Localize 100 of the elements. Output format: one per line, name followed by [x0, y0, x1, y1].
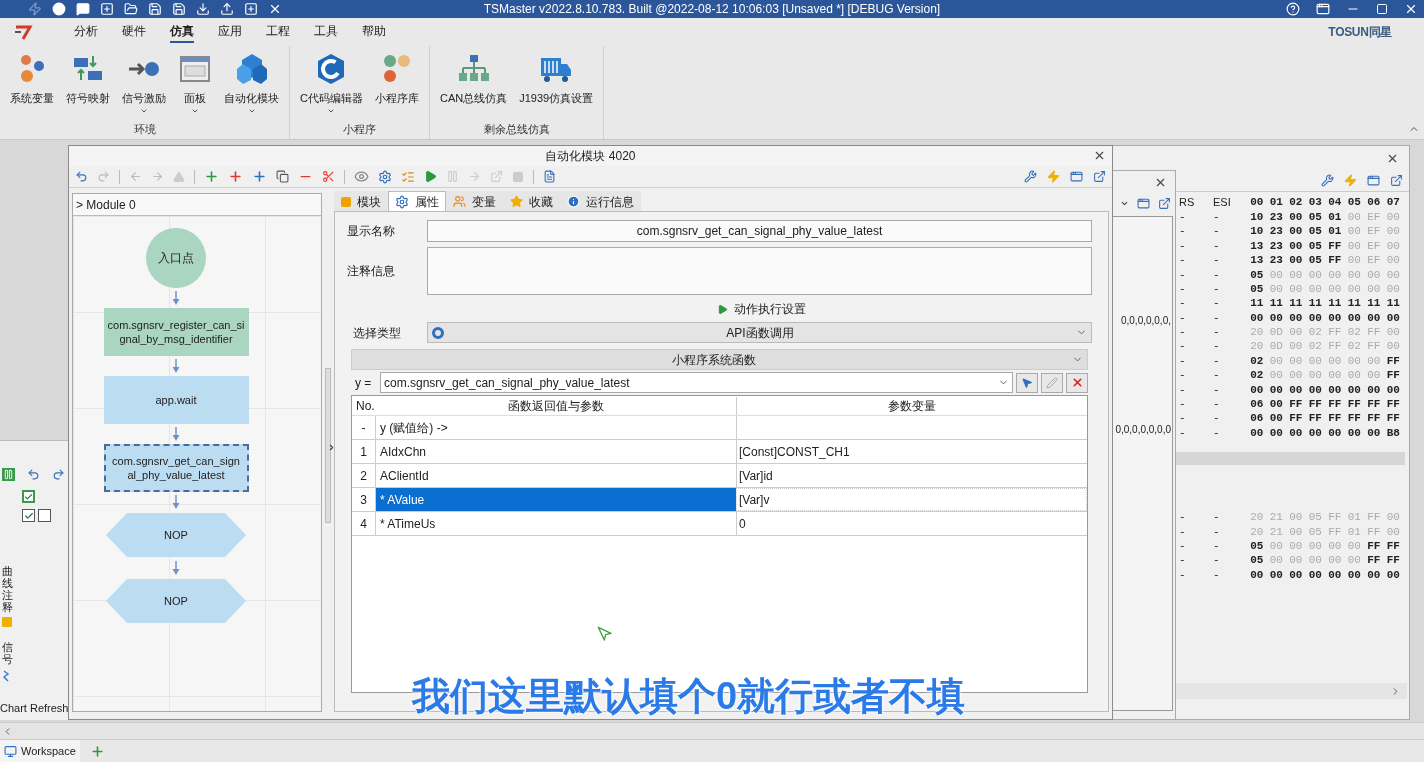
table-cell-text: -	[1179, 425, 1187, 441]
panel-tab[interactable]: 收藏	[503, 191, 560, 211]
start-node[interactable]: 入口点	[146, 228, 206, 288]
table-row[interactable]: 3 * AValue [Var]v	[352, 488, 1087, 512]
checkbox[interactable]	[22, 490, 35, 503]
close-icon[interactable]	[268, 2, 282, 16]
table-row[interactable]: - y (赋值给) ->	[352, 416, 1087, 440]
scissors-icon[interactable]	[322, 170, 335, 183]
undo-icon[interactable]	[75, 170, 88, 183]
ribbon-button[interactable]: C代码编辑器	[294, 46, 369, 121]
workspace-tab[interactable]: Workspace	[0, 740, 80, 762]
eye-icon[interactable]	[354, 169, 369, 184]
byte-cell-text: 23	[1268, 209, 1284, 225]
download-icon[interactable]	[196, 2, 210, 16]
side-tab[interactable]: 曲线注释	[2, 565, 13, 614]
byte-cell-text: FF	[1385, 553, 1401, 569]
byte-cell-text: 00	[1346, 567, 1362, 583]
column-header: ESI	[1213, 194, 1232, 210]
wrench-icon[interactable]	[1024, 170, 1037, 183]
byte-cell-text: 0D	[1268, 339, 1284, 355]
checklist-icon[interactable]	[401, 169, 415, 184]
ribbon-button[interactable]: 系统变量	[4, 46, 60, 121]
panel-tab[interactable]: 属性	[388, 191, 446, 211]
window-icon[interactable]	[1137, 196, 1150, 210]
function-combobox[interactable]: com.sgnsrv_get_can_signal_phy_value_latest	[380, 372, 1013, 393]
name-field[interactable]: com.sgnsrv_get_can_signal_phy_value_latest	[427, 220, 1092, 242]
circle-icon[interactable]	[52, 2, 66, 16]
ribbon-button[interactable]: J1939仿真设置	[513, 46, 600, 121]
save-icon[interactable]	[172, 2, 186, 16]
ribbon-button[interactable]: 面板	[172, 46, 218, 121]
delete-button[interactable]	[1066, 372, 1088, 393]
close-icon[interactable]	[1404, 2, 1418, 16]
table-cell-text: -	[1213, 382, 1221, 398]
menu-tab[interactable]: 工具	[314, 21, 338, 43]
ribbon-button[interactable]: CAN总线仿真	[433, 46, 514, 121]
external-icon[interactable]	[1093, 170, 1106, 183]
help-icon[interactable]	[1286, 2, 1300, 16]
copy-icon[interactable]	[276, 170, 289, 183]
action-node[interactable]: app.wait	[103, 376, 249, 424]
menu-tab[interactable]: 硬件	[122, 21, 146, 43]
save-icon[interactable]	[148, 2, 162, 16]
checkbox[interactable]	[38, 509, 51, 522]
panel-tab[interactable]: 模块	[334, 191, 388, 211]
horizontal-scrollbar[interactable]	[0, 722, 1424, 740]
byte-cell-text: EF	[1366, 224, 1382, 240]
new-icon[interactable]	[244, 2, 258, 16]
restore-icon[interactable]	[1316, 2, 1330, 16]
ribbon-button[interactable]: 小程序库	[368, 46, 425, 121]
ribbon-button[interactable]: 信号激励	[116, 46, 172, 121]
close-icon[interactable]	[1093, 149, 1106, 162]
window-icon[interactable]	[1070, 170, 1083, 183]
scrollbar[interactable]	[325, 368, 331, 523]
menu-tab[interactable]: 应用	[218, 21, 242, 43]
comment-field[interactable]	[427, 247, 1092, 295]
group-dropdown[interactable]: 小程序系统函数	[351, 349, 1088, 370]
table-row[interactable]: 1 AIdxChn [Const]CONST_CH1	[352, 440, 1087, 464]
pause-icon[interactable]	[2, 467, 15, 481]
panel-tab[interactable]: 变量	[446, 191, 503, 211]
add-icon[interactable]	[228, 169, 243, 184]
add-icon[interactable]	[252, 169, 267, 184]
lightning-icon[interactable]	[28, 2, 42, 16]
action-node[interactable]: com.sgnsrv_register_can_signal_by_msg_identifier	[103, 308, 249, 356]
redo-icon[interactable]	[52, 467, 65, 481]
nop-node[interactable]: NOP	[105, 578, 247, 624]
type-dropdown[interactable]: API函数调用	[427, 322, 1092, 343]
byte-cell-text: 00	[1307, 539, 1323, 554]
chat-icon[interactable]	[76, 2, 90, 16]
tree-path[interactable]: > Module 0	[73, 194, 321, 216]
window-icon[interactable]	[1367, 174, 1380, 187]
wrench-icon[interactable]	[1321, 174, 1334, 187]
folder-icon[interactable]	[124, 2, 138, 16]
undo-icon[interactable]	[27, 467, 40, 481]
table-cell: 4	[352, 512, 376, 535]
external-icon[interactable]	[1158, 196, 1171, 210]
menu-tab[interactable]: 仿真	[170, 21, 194, 43]
byte-cell-text: 00	[1385, 238, 1401, 254]
ribbon-button[interactable]: 自动化模块	[218, 46, 285, 121]
nop-node[interactable]: NOP	[105, 512, 247, 558]
panel-tab[interactable]: 运行信息	[560, 191, 641, 211]
ribbon-button[interactable]: 符号映射	[60, 46, 116, 121]
maximize-icon[interactable]	[1376, 3, 1388, 15]
table-row[interactable]: 4 * ATimeUs 0	[352, 512, 1087, 536]
pick-button[interactable]	[1016, 372, 1038, 393]
menu-tab[interactable]: 工程	[266, 21, 290, 43]
action-node[interactable]: com.sgnsrv_get_can_signal_phy_value_latest	[103, 444, 249, 492]
checkbox[interactable]	[22, 509, 35, 522]
byte-cell-text: 00	[1327, 553, 1343, 569]
document-icon[interactable]	[543, 170, 556, 183]
byte-cell-text: 00	[1327, 310, 1343, 326]
add-tab-icon[interactable]	[89, 743, 105, 759]
external-icon[interactable]	[1390, 174, 1403, 187]
settings-icon[interactable]	[378, 169, 392, 184]
menu-tab[interactable]: 分析	[74, 21, 98, 43]
menu-tab[interactable]: 帮助	[362, 21, 386, 43]
new-icon[interactable]	[100, 2, 114, 16]
upload-icon[interactable]	[220, 2, 234, 16]
add-icon[interactable]	[204, 169, 219, 184]
play-icon[interactable]	[424, 170, 437, 183]
action-settings-button[interactable]: 动作执行设置	[637, 300, 806, 318]
side-tab[interactable]: 信号	[2, 641, 13, 666]
